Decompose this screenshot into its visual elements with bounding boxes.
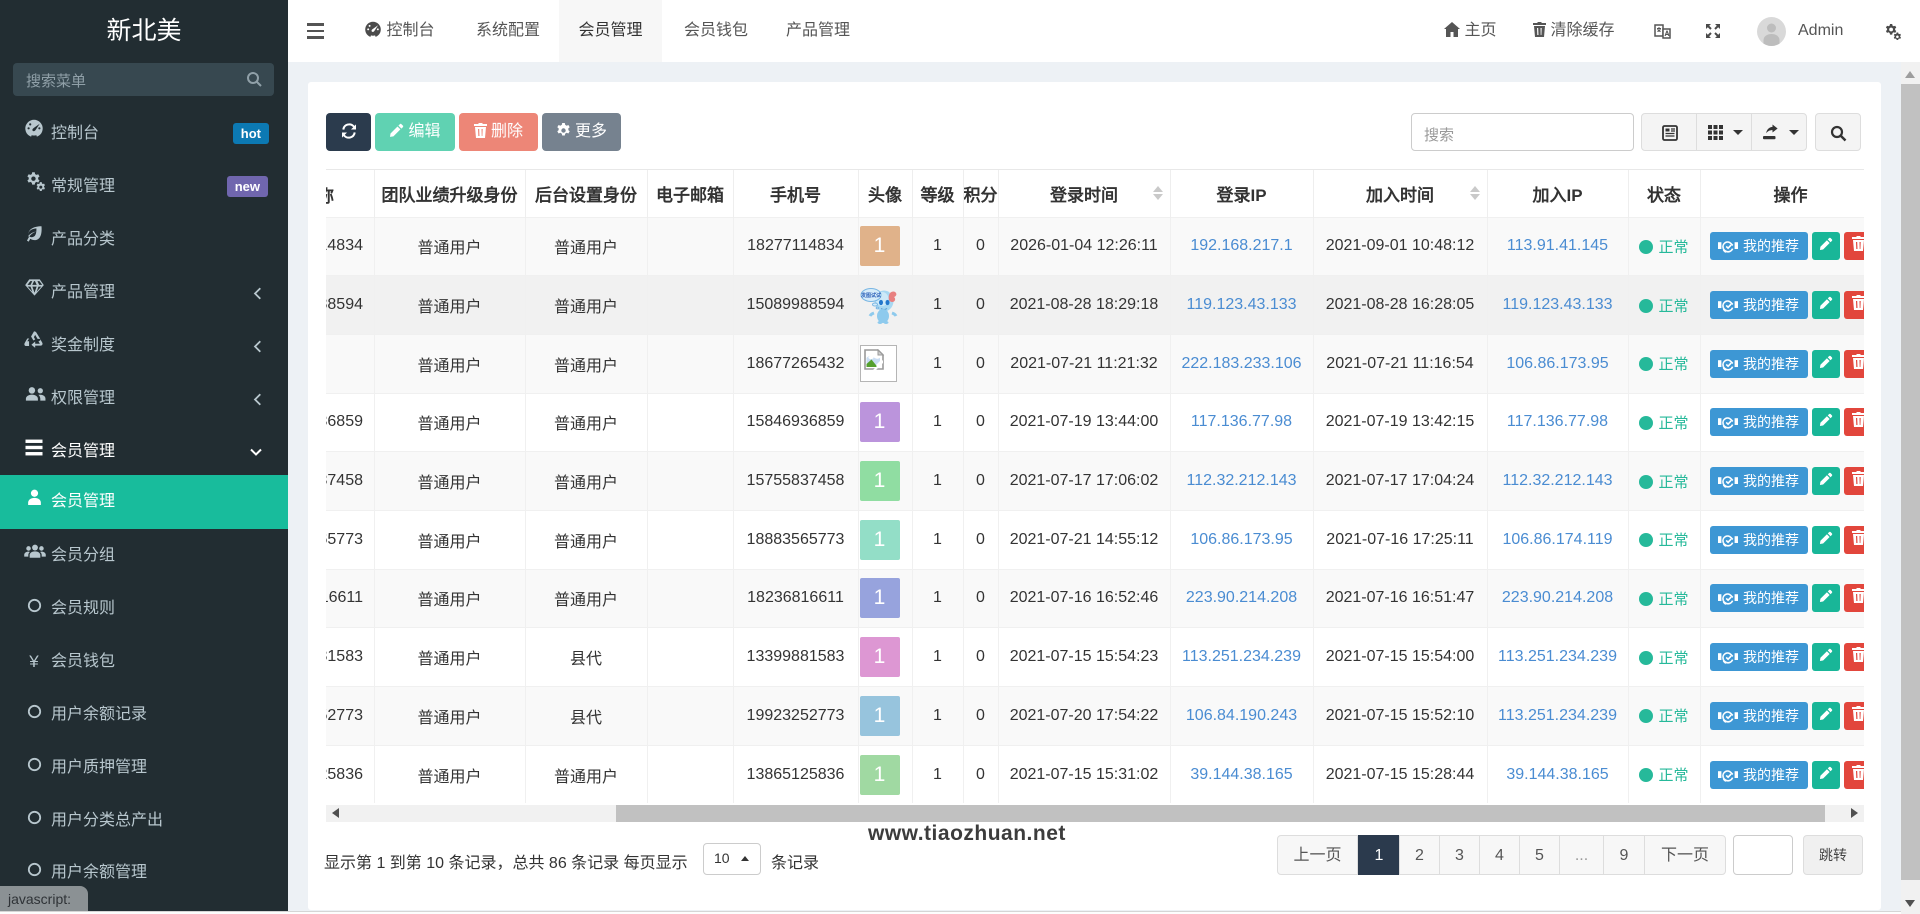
- svg-text:发图试试: 发图试试: [860, 292, 881, 299]
